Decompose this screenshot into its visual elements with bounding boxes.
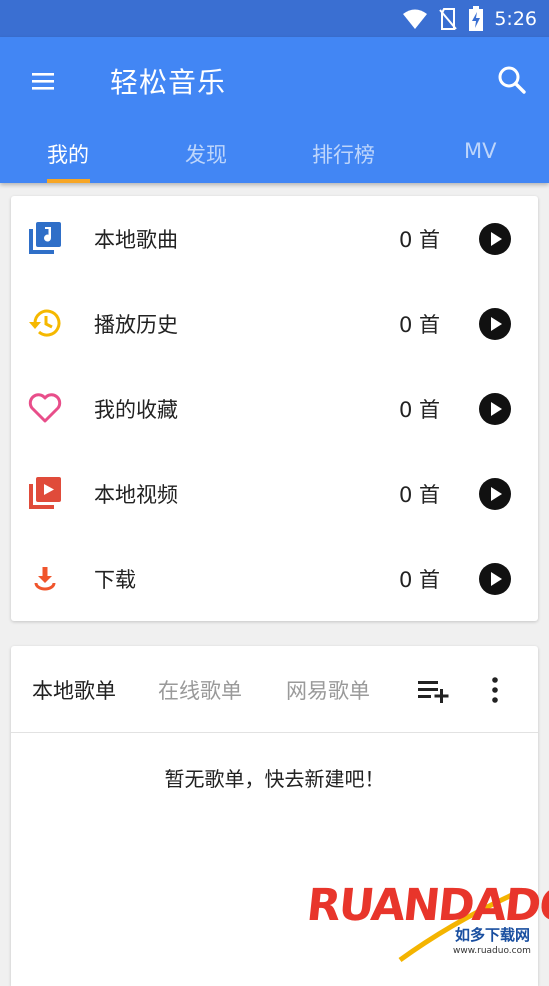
tab-mv[interactable]: MV bbox=[464, 139, 496, 163]
history-icon bbox=[29, 309, 61, 337]
library-item-history[interactable]: 播放历史 0 首 bbox=[11, 281, 538, 366]
watermark-sub: 如多下载网 bbox=[455, 926, 531, 944]
add-playlist-button[interactable] bbox=[416, 675, 452, 705]
library-item-label: 我的收藏 bbox=[94, 398, 178, 422]
library-card: 本地歌曲 0 首 播放历史 0 首 我的收藏 0 首 本地视频 0 首 下载 0… bbox=[11, 196, 538, 621]
library-item-count: 0 首 bbox=[399, 228, 441, 252]
library-item-local-songs[interactable]: 本地歌曲 0 首 bbox=[11, 196, 538, 281]
main-tabs: 我的 发现 排行榜 MV bbox=[0, 129, 549, 183]
more-vert-icon bbox=[492, 677, 498, 703]
menu-icon bbox=[32, 73, 54, 90]
status-time: 5:26 bbox=[494, 7, 537, 30]
library-item-downloads[interactable]: 下载 0 首 bbox=[11, 536, 538, 621]
library-item-local-video[interactable]: 本地视频 0 首 bbox=[11, 451, 538, 536]
more-options-button[interactable] bbox=[485, 674, 505, 706]
battery-charging-icon bbox=[469, 5, 484, 31]
play-button[interactable] bbox=[479, 393, 511, 425]
library-item-label: 播放历史 bbox=[94, 313, 178, 337]
app-title: 轻松音乐 bbox=[110, 66, 227, 99]
menu-button[interactable] bbox=[28, 65, 60, 97]
status-bar: 5:26 bbox=[0, 0, 549, 37]
playlist-tab-online[interactable]: 在线歌单 bbox=[158, 675, 242, 705]
empty-playlist-message: 暂无歌单，快去新建吧！ bbox=[164, 767, 385, 791]
music-library-icon bbox=[29, 222, 61, 254]
watermark-logo: RUANDADO 如多下载网 www.ruaduo.com bbox=[304, 880, 549, 976]
play-icon bbox=[491, 317, 502, 331]
heart-icon bbox=[28, 393, 62, 423]
library-item-count: 0 首 bbox=[399, 398, 441, 422]
library-item-label: 本地视频 bbox=[94, 483, 178, 507]
play-button[interactable] bbox=[479, 563, 511, 595]
no-sim-icon bbox=[439, 7, 458, 30]
library-item-favorites[interactable]: 我的收藏 0 首 bbox=[11, 366, 538, 451]
library-item-label: 下载 bbox=[94, 568, 136, 592]
watermark-url: www.ruaduo.com bbox=[453, 946, 531, 956]
library-item-count: 0 首 bbox=[399, 313, 441, 337]
play-icon bbox=[491, 232, 502, 246]
playlist-add-icon bbox=[418, 681, 449, 703]
search-button[interactable] bbox=[495, 63, 529, 97]
play-button[interactable] bbox=[479, 478, 511, 510]
tab-discover[interactable]: 发现 bbox=[185, 139, 227, 169]
play-button[interactable] bbox=[479, 308, 511, 340]
library-item-label: 本地歌曲 bbox=[94, 228, 178, 252]
tab-indicator bbox=[47, 179, 90, 183]
play-icon bbox=[491, 402, 502, 416]
download-icon bbox=[34, 567, 56, 591]
search-icon bbox=[498, 66, 526, 94]
divider bbox=[11, 732, 538, 733]
playlist-tab-local[interactable]: 本地歌单 bbox=[32, 675, 116, 705]
play-icon bbox=[491, 572, 502, 586]
video-library-icon bbox=[29, 477, 61, 509]
app-bar: 轻松音乐 我的 发现 排行榜 MV bbox=[0, 37, 549, 183]
play-icon bbox=[491, 487, 502, 501]
library-item-count: 0 首 bbox=[399, 483, 441, 507]
tab-mine[interactable]: 我的 bbox=[47, 139, 89, 169]
wifi-icon bbox=[403, 9, 428, 29]
tab-charts[interactable]: 排行榜 bbox=[312, 139, 375, 169]
playlist-tab-netease[interactable]: 网易歌单 bbox=[286, 675, 370, 705]
play-button[interactable] bbox=[479, 223, 511, 255]
library-item-count: 0 首 bbox=[399, 568, 441, 592]
